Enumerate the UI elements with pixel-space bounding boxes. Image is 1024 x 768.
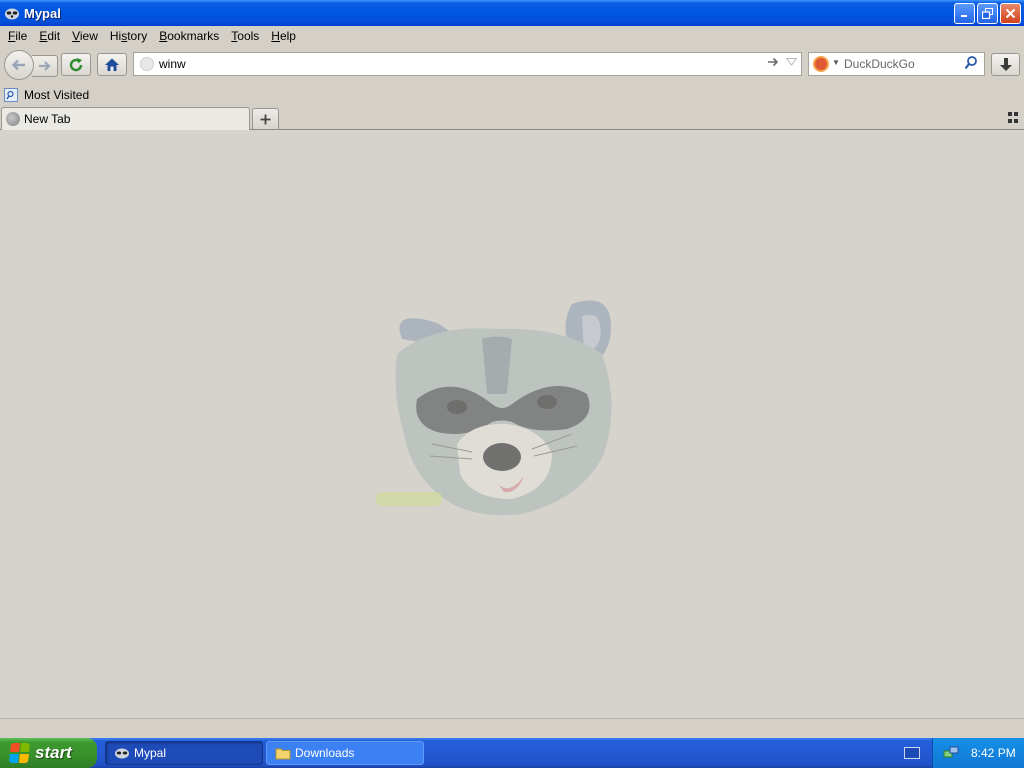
tab-label: New Tab [24,112,71,126]
taskbar-item-label: Mypal [134,746,167,760]
keyboard-layout-icon[interactable] [904,747,920,759]
downloads-button[interactable] [991,53,1020,76]
duckduckgo-engine-icon[interactable] [813,56,829,72]
menu-label-part: ools [237,29,260,43]
bookmarks-toolbar: Most Visited [0,84,1024,106]
tab-strip: New Tab [0,106,1024,130]
go-arrow-icon[interactable] [767,55,779,71]
mypal-app-icon[interactable] [4,5,20,21]
tab-new-tab[interactable]: New Tab [1,107,250,130]
reload-button[interactable] [61,53,91,76]
folder-icon [275,746,291,760]
menu-label-part: ile [15,29,28,43]
url-bar[interactable] [133,52,802,76]
menu-tools[interactable]: Tools [225,29,265,43]
menu-label-part: Hi [109,29,122,43]
taskbar-item-downloads[interactable]: Downloads [266,741,424,765]
page-content [0,130,1024,718]
minimize-icon [961,15,967,17]
menu-label-part: tory [127,29,148,43]
taskbar-item-label: Downloads [295,746,355,760]
search-input[interactable] [844,56,964,72]
most-visited-bookmark[interactable]: Most Visited [24,88,89,102]
windows-logo-icon [9,743,31,763]
back-forward-group [4,50,60,80]
globe-icon [6,112,20,126]
menu-history[interactable]: History [104,29,153,43]
menu-view[interactable]: View [66,29,104,43]
back-button[interactable] [4,50,34,80]
engine-dropdown-icon[interactable]: ▼ [832,58,840,67]
menu-bar: File Edit View History Bookmarks Tools H… [0,26,1024,46]
plus-icon [260,114,271,124]
home-button[interactable] [97,53,127,76]
site-identity-icon[interactable] [140,57,154,71]
new-tab-button[interactable] [252,108,279,129]
close-button[interactable] [1000,3,1021,24]
menu-label-part: elp [279,29,296,43]
window-title: Mypal [24,5,61,21]
menu-accelerator: H [271,29,280,43]
navigation-toolbar: ▼ [0,46,1024,84]
search-bar[interactable]: ▼ [808,52,985,76]
tab-list-icon[interactable] [1008,112,1020,124]
taskbar: start Mypal Downloads 8:42 PM [0,738,1024,768]
url-history-dropdown-icon[interactable] [785,58,798,69]
download-arrow-icon [999,57,1012,71]
menu-label-part: dit [47,29,61,43]
menu-label-part: ookmarks [167,29,220,43]
restore-button[interactable] [977,3,998,24]
start-button[interactable]: start [0,738,97,768]
menu-edit[interactable]: Edit [33,29,66,43]
forward-button[interactable] [32,55,58,77]
close-icon [1005,8,1016,19]
network-icon[interactable] [943,746,959,760]
clock[interactable]: 8:42 PM [971,746,1016,760]
menu-accelerator: V [72,29,80,43]
menu-help[interactable]: Help [265,29,302,43]
mypal-taskbar-icon [114,746,130,760]
menu-bookmarks[interactable]: Bookmarks [153,29,225,43]
menu-label-part: iew [79,29,98,43]
forward-arrow-icon [38,61,51,71]
menu-file[interactable]: File [2,29,33,43]
home-icon [105,58,119,71]
system-tray: 8:42 PM [932,738,1024,768]
url-input[interactable] [159,56,759,72]
mypal-raccoon-logo [376,300,612,516]
restore-icon [982,8,993,19]
window-titlebar[interactable]: Mypal [0,0,1024,26]
reload-icon [69,57,83,71]
most-visited-icon [4,88,18,102]
search-icon[interactable] [964,55,978,74]
start-label: start [35,743,72,762]
back-arrow-icon [11,59,25,71]
taskbar-item-mypal[interactable]: Mypal [105,741,263,765]
minimize-button[interactable] [954,3,975,24]
status-bar [0,718,1024,738]
